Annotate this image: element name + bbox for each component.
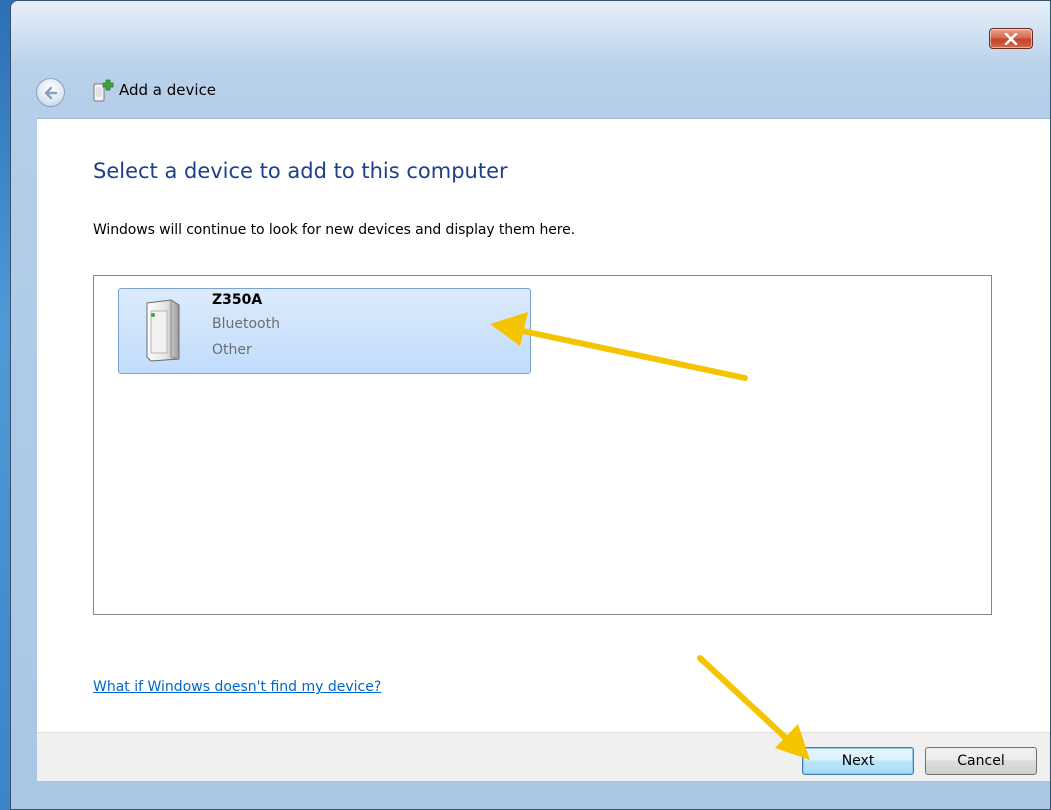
- next-button[interactable]: Next: [802, 747, 914, 775]
- content-area: Select a device to add to this computer …: [37, 118, 1050, 733]
- device-list[interactable]: Z350A Bluetooth Other: [93, 275, 992, 615]
- device-category: Other: [212, 342, 252, 358]
- add-device-window: Add a device Select a device to add to t…: [10, 0, 1051, 810]
- page-heading: Select a device to add to this computer: [93, 159, 508, 183]
- device-name: Z350A: [212, 292, 263, 308]
- device-tower-icon: [146, 299, 180, 362]
- instruction-text: Windows will continue to look for new de…: [93, 222, 575, 238]
- close-icon: [1004, 33, 1018, 45]
- back-button[interactable]: [36, 78, 65, 107]
- device-item-z350a[interactable]: Z350A Bluetooth Other: [118, 288, 531, 374]
- add-device-icon: [93, 79, 114, 102]
- device-connection: Bluetooth: [212, 316, 280, 332]
- footer-bar: Next Cancel: [37, 732, 1050, 781]
- back-arrow-icon: [44, 86, 58, 100]
- close-button[interactable]: [989, 28, 1033, 49]
- help-link[interactable]: What if Windows doesn't find my device?: [93, 679, 381, 695]
- window-title: Add a device: [119, 81, 217, 99]
- cancel-button[interactable]: Cancel: [925, 747, 1037, 775]
